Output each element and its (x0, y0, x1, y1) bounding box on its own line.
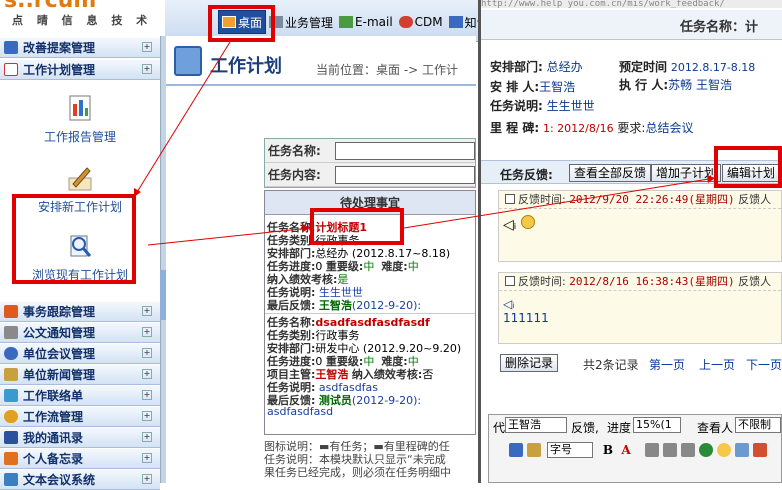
annotation-arrow (147, 227, 311, 246)
annotation-arrow (133, 41, 231, 198)
annotation-arrowhead (134, 188, 141, 197)
annotation-arrowhead (302, 224, 310, 232)
annotation-arrow (403, 177, 716, 229)
annotation-overlay (133, 41, 716, 246)
annotation-arrowhead (707, 175, 715, 183)
